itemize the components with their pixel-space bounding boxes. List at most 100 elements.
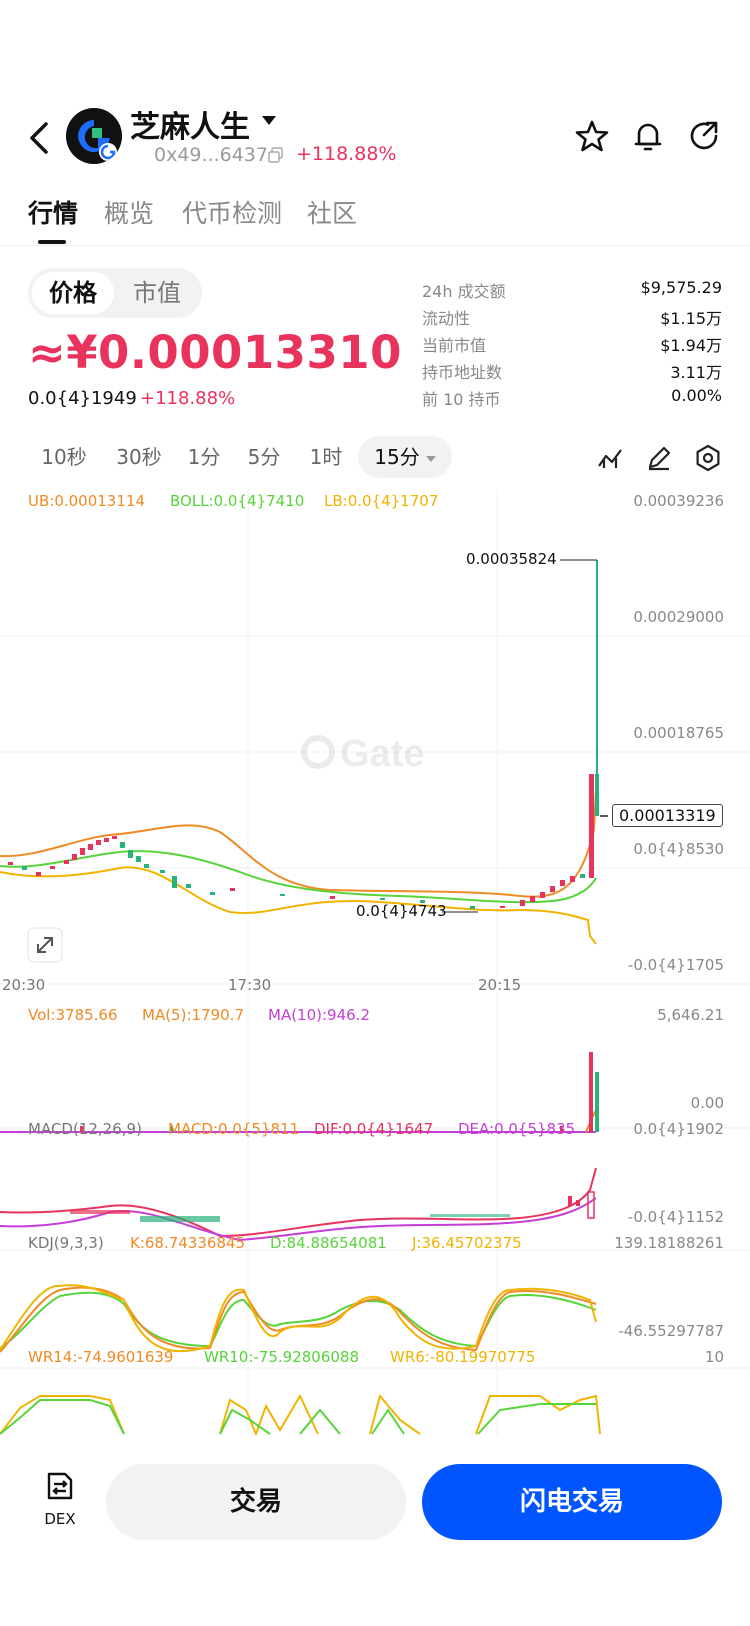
time-label: 17:30 bbox=[228, 976, 272, 994]
tab-market[interactable]: 行情 bbox=[28, 194, 78, 230]
dex-button[interactable]: DEX bbox=[34, 1470, 86, 1528]
boll-lb-legend: LB:0.0{4}1707 bbox=[324, 492, 439, 510]
stat-value: 0.00% bbox=[671, 386, 722, 405]
kdj-k-legend: K:68.74336845 bbox=[130, 1234, 246, 1252]
contract-address: 0x49...6437 bbox=[154, 144, 268, 166]
vol-axis-bottom: 0.00 bbox=[690, 1094, 724, 1112]
macd-lines bbox=[0, 1167, 597, 1242]
dif-legend: DIF:0.0{4}1647 bbox=[314, 1120, 434, 1138]
bell-icon[interactable] bbox=[630, 118, 666, 154]
low-price-label: 0.0{4}4743 bbox=[356, 902, 447, 920]
current-price: ≈¥0.00013310 bbox=[28, 326, 402, 379]
interval-10s[interactable]: 10秒 bbox=[36, 436, 92, 478]
vol-ma10-legend: MA(10):946.2 bbox=[268, 1006, 370, 1024]
settings-icon[interactable] bbox=[694, 444, 722, 472]
usd-price-change: +118.88% bbox=[140, 388, 236, 409]
stat-value: $1.15万 bbox=[660, 309, 722, 328]
macd-title: MACD(12,26,9) bbox=[28, 1120, 142, 1138]
kdj-title: KDJ(9,3,3) bbox=[28, 1234, 104, 1252]
wr10-legend: WR10:-75.92806088 bbox=[204, 1348, 360, 1366]
stat-value: $9,575.29 bbox=[640, 278, 722, 297]
caret-down-icon[interactable] bbox=[262, 116, 276, 125]
token-stats: 24h 成交额 $9,575.29 流动性 $1.15万 当前市值 $1.94万 持币… bbox=[422, 278, 722, 413]
stat-row: 前 10 持币 0.00% bbox=[422, 386, 722, 413]
y-axis-label: 0.00029000 bbox=[633, 608, 724, 626]
stat-row: 流动性 $1.15万 bbox=[422, 305, 722, 332]
macd-axis-top: 0.0{4}1902 bbox=[633, 1120, 724, 1138]
tab-overview[interactable]: 概览 bbox=[104, 194, 154, 230]
high-price-label: 0.00035824 bbox=[466, 550, 557, 568]
boll-upper-line bbox=[0, 789, 597, 898]
candles bbox=[8, 560, 599, 909]
tab-community[interactable]: 社区 bbox=[307, 194, 357, 230]
interval-15m[interactable]: 15分 bbox=[358, 436, 452, 478]
token-logo bbox=[66, 108, 122, 164]
kdj-lines bbox=[0, 1284, 597, 1353]
interval-5m[interactable]: 5分 bbox=[242, 436, 286, 478]
vol-legend: Vol:3785.66 bbox=[28, 1006, 118, 1024]
stat-row: 24h 成交额 $9,575.29 bbox=[422, 278, 722, 305]
boll-ub-legend: UB:0.00013114 bbox=[28, 492, 145, 510]
interval-15m-label: 15分 bbox=[374, 445, 420, 469]
y-axis-label: 0.00039236 bbox=[633, 492, 724, 510]
trade-button[interactable]: 交易 bbox=[106, 1464, 406, 1540]
boll-mid-legend: BOLL:0.0{4}7410 bbox=[170, 492, 305, 510]
boll-lower-line bbox=[0, 866, 597, 945]
stat-label: 24h 成交额 bbox=[422, 282, 506, 301]
price-mcap-toggle: 价格 市值 bbox=[28, 268, 202, 318]
interval-30s[interactable]: 30秒 bbox=[108, 436, 170, 478]
vol-ma5-legend: MA(5):1790.7 bbox=[142, 1006, 244, 1024]
back-arrow-icon[interactable] bbox=[24, 118, 54, 158]
interval-selector: 10秒 30秒 1分 5分 1时 15分 bbox=[0, 436, 750, 480]
token-name[interactable]: 芝麻人生 bbox=[130, 102, 250, 146]
toggle-market-cap[interactable]: 市值 bbox=[116, 272, 198, 314]
usd-price: 0.0{4}1949 bbox=[28, 388, 137, 409]
indicator-icon[interactable] bbox=[596, 444, 624, 472]
dex-icon bbox=[47, 1472, 73, 1500]
expand-icon[interactable] bbox=[27, 927, 63, 963]
stat-label: 持币地址数 bbox=[422, 363, 503, 382]
y-axis-label: 0.00018765 bbox=[633, 724, 724, 742]
main-tabs: 行情 概览 代币检测 社区 bbox=[0, 190, 750, 246]
bottom-action-bar: DEX 交易 闪电交易 bbox=[0, 1436, 750, 1626]
pen-icon[interactable] bbox=[645, 444, 673, 472]
svg-text:Gate: Gate bbox=[340, 733, 424, 775]
caret-down-icon bbox=[425, 455, 436, 462]
share-icon[interactable] bbox=[686, 118, 722, 154]
macd-axis-bottom: -0.0{4}1152 bbox=[627, 1208, 724, 1226]
dex-label: DEX bbox=[44, 1510, 76, 1528]
wr14-legend: WR14:-74.9601639 bbox=[28, 1348, 174, 1366]
time-label: 20:15 bbox=[478, 976, 522, 994]
toggle-price[interactable]: 价格 bbox=[32, 272, 114, 314]
macd-legend: MACD:0.0{5}811 bbox=[168, 1120, 300, 1138]
kdj-axis-bottom: -46.55297787 bbox=[618, 1322, 724, 1340]
stat-label: 当前市值 bbox=[422, 336, 487, 355]
gate-watermark: Gate bbox=[301, 733, 424, 775]
wr-lines bbox=[0, 1393, 601, 1435]
stat-row: 当前市值 $1.94万 bbox=[422, 332, 722, 359]
price-change: +118.88% bbox=[296, 143, 397, 165]
stat-value: $1.94万 bbox=[660, 336, 722, 355]
kdj-j-legend: J:36.45702375 bbox=[412, 1234, 522, 1252]
tab-token-check[interactable]: 代币检测 bbox=[182, 194, 282, 230]
stat-label: 前 10 持币 bbox=[422, 390, 501, 409]
stat-value: 3.11万 bbox=[670, 363, 722, 382]
stat-label: 流动性 bbox=[422, 309, 471, 328]
stat-row: 持币地址数 3.11万 bbox=[422, 359, 722, 386]
star-icon[interactable] bbox=[574, 118, 610, 154]
kdj-axis-top: 139.18188261 bbox=[614, 1234, 724, 1252]
wr6-legend: WR6:-80.19970775 bbox=[390, 1348, 536, 1366]
kline-chart-area[interactable]: Gate UB:0.00013114 BOLL:0.0{4}7410 LB:0.… bbox=[0, 490, 750, 1435]
interval-1h[interactable]: 1时 bbox=[304, 436, 348, 478]
flash-trade-button[interactable]: 闪电交易 bbox=[422, 1464, 722, 1540]
active-tab-indicator bbox=[38, 240, 66, 244]
time-label: 20:30 bbox=[2, 976, 46, 994]
copy-icon[interactable] bbox=[268, 147, 284, 163]
interval-1m[interactable]: 1分 bbox=[182, 436, 226, 478]
dea-legend: DEA:0.0{5}835 bbox=[458, 1120, 576, 1138]
token-header: 芝麻人生 0x49...6437 +118.88% bbox=[0, 100, 750, 180]
kdj-d-legend: D:84.88654081 bbox=[270, 1234, 387, 1252]
wr-axis-top: 10 bbox=[704, 1348, 724, 1366]
vol-axis-top: 5,646.21 bbox=[657, 1006, 724, 1024]
current-price-tag: 0.00013319 bbox=[612, 804, 723, 827]
